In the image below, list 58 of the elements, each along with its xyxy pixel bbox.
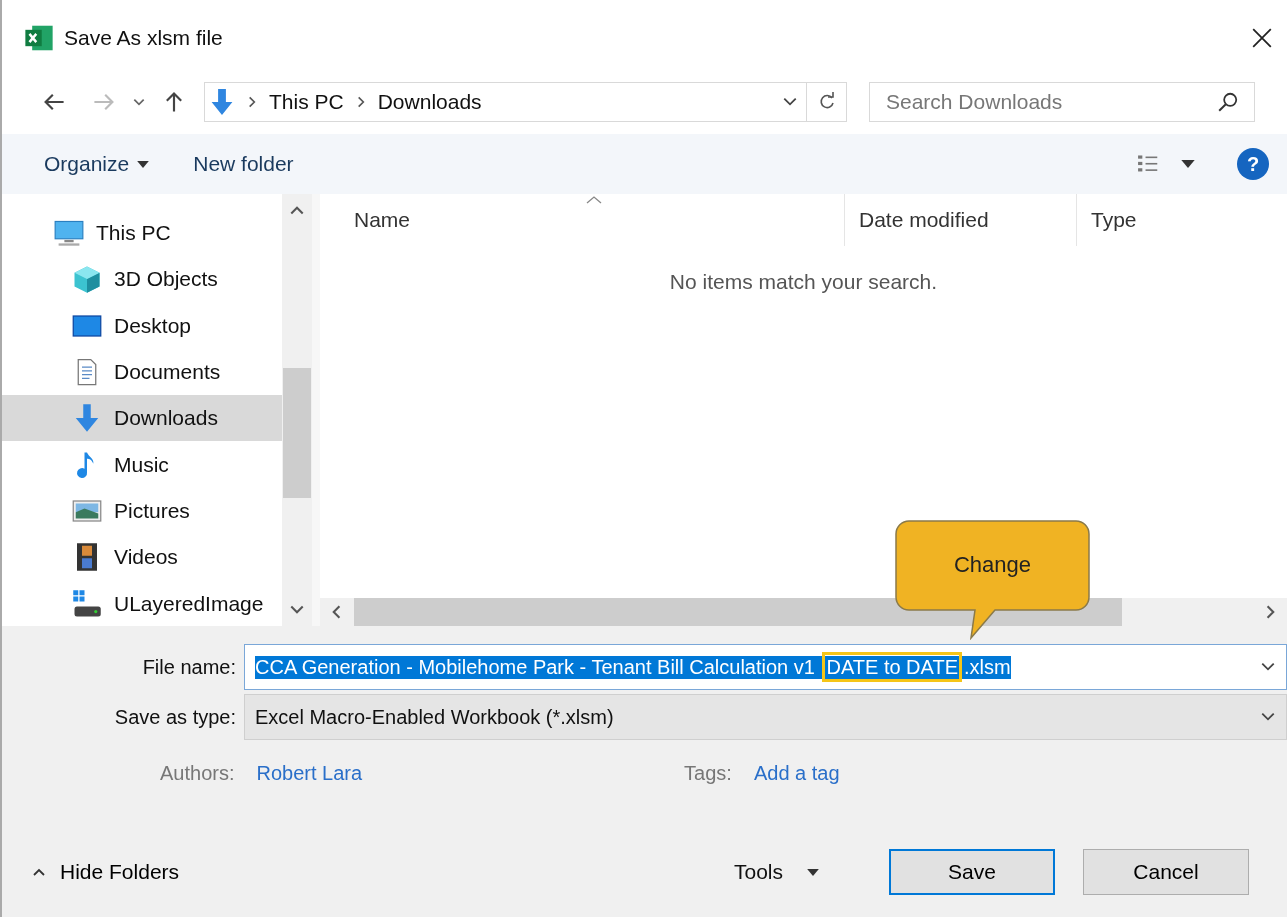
field-label: Save as type:: [113, 705, 237, 729]
sidebar-item[interactable]: Desktop: [2, 302, 282, 349]
tools-button[interactable]: Tools: [721, 854, 831, 890]
field-label: File name:: [141, 655, 237, 679]
dropdown-icon[interactable]: [782, 96, 798, 108]
sidebar-item[interactable]: Videos: [2, 534, 282, 581]
refresh-button[interactable]: [807, 82, 847, 122]
caret-icon: [137, 160, 150, 168]
empty-message: No items match your search.: [669, 270, 938, 294]
scrollbar[interactable]: [282, 194, 312, 626]
scroll-left-icon[interactable]: [330, 604, 342, 620]
window-title: Save As xlsm file: [64, 26, 224, 50]
sidebar-item[interactable]: Music: [2, 441, 282, 488]
column-header[interactable]: Type: [1077, 194, 1287, 246]
hide-folders-button[interactable]: Hide Folders: [32, 860, 180, 884]
excel-icon: [24, 23, 54, 53]
add-tag-link[interactable]: Add a tag: [753, 761, 840, 785]
chevron-up-icon: [32, 867, 46, 877]
address-bar[interactable]: This PC Downloads: [204, 82, 807, 122]
sidebar-item[interactable]: Pictures: [2, 487, 282, 535]
sort-caret-icon: [586, 196, 602, 204]
caret-icon[interactable]: [1181, 160, 1195, 168]
save-type-dropdown[interactable]: Excel Macro-Enabled Workbook (*.xlsm): [244, 694, 1287, 740]
column-header[interactable]: Name: [320, 194, 845, 246]
search-icon: [1217, 91, 1239, 113]
dialog-button[interactable]: Cancel: [1083, 849, 1249, 895]
close-icon[interactable]: [1251, 27, 1273, 49]
breadcrumb[interactable]: Downloads: [377, 90, 482, 114]
chevron-icon: [355, 95, 366, 109]
scroll-right-icon[interactable]: [1265, 604, 1277, 620]
new-folder-button[interactable]: New folder: [181, 146, 306, 182]
caret-icon[interactable]: [132, 97, 146, 107]
field-label: Tags:: [684, 761, 732, 785]
file-name-field[interactable]: CCA Generation - Mobilehome Park - Tenant Bill Calculation v1 DATE to DATE .xlsm: [244, 644, 1287, 690]
computer-icon: [54, 218, 84, 249]
search-field[interactable]: Search Downloads: [869, 82, 1255, 122]
field-label: Authors:: [160, 761, 235, 785]
sidebar-item[interactable]: Documents: [2, 348, 282, 396]
cube-icon: [72, 264, 102, 295]
dialog-button[interactable]: Save: [889, 849, 1055, 895]
dropdown-icon[interactable]: [1260, 711, 1276, 723]
scroll-down-icon[interactable]: [289, 604, 305, 616]
column-header[interactable]: Date modified: [845, 194, 1077, 246]
scroll-up-icon[interactable]: [289, 204, 305, 216]
callout: Change: [895, 520, 1090, 640]
organize-button[interactable]: Organize: [32, 146, 162, 182]
dropdown-icon[interactable]: [1260, 661, 1276, 673]
sidebar-item[interactable]: ULayeredImage: [2, 580, 282, 627]
sidebar-item[interactable]: 3D Objects: [2, 256, 282, 303]
breadcrumb[interactable]: This PC: [269, 90, 344, 114]
author-link[interactable]: Robert Lara: [256, 761, 363, 785]
caret-icon: [807, 868, 819, 876]
help-button[interactable]: ?: [1237, 148, 1269, 180]
chevron-icon: [247, 95, 257, 109]
download-arrow-icon: [209, 87, 235, 117]
sidebar-item[interactable]: Downloads: [2, 395, 282, 442]
sidebar-item[interactable]: This PC: [2, 210, 282, 257]
drive-icon: [72, 588, 102, 619]
